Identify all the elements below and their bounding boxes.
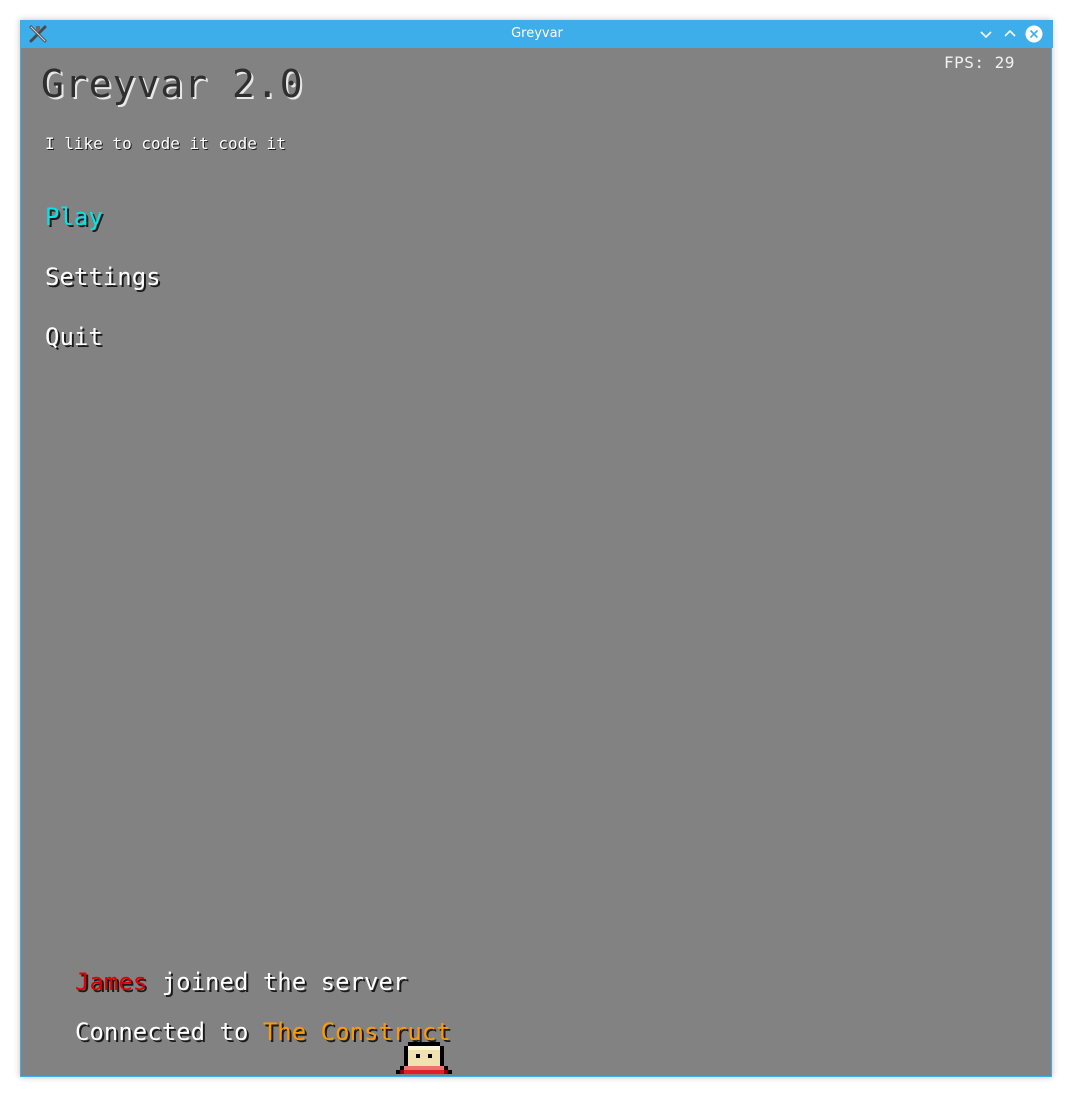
game-subtitle: I like to code it code it: [45, 134, 286, 153]
fps-counter: FPS: 29: [944, 53, 1015, 72]
menu-quit-button[interactable]: Quit: [45, 323, 103, 351]
player-sprite-icon: [396, 1042, 452, 1074]
menu-settings-button[interactable]: Settings: [45, 263, 161, 291]
game-canvas[interactable]: FPS: 29 Greyvar 2.0 I like to code it co…: [24, 48, 1050, 1074]
minimize-icon[interactable]: [976, 24, 996, 44]
game-window: Greyvar FPS: 29 Greyvar 2.0 I like to co…: [20, 20, 1053, 1077]
window-title: Greyvar: [511, 26, 563, 41]
title-bar[interactable]: Greyvar: [21, 20, 1053, 48]
chat-message-join: James joined the server: [75, 968, 407, 996]
chat-message-connected: Connected to The Construct: [75, 1018, 451, 1046]
maximize-icon[interactable]: [1000, 24, 1020, 44]
chat-connected-prefix: Connected to: [75, 1018, 263, 1046]
game-title: Greyvar 2.0: [41, 62, 304, 106]
close-icon[interactable]: [1024, 24, 1044, 44]
menu-play-button[interactable]: Play: [45, 203, 103, 231]
chat-player-name: James: [75, 968, 148, 996]
chat-join-text: joined the server: [147, 968, 408, 996]
